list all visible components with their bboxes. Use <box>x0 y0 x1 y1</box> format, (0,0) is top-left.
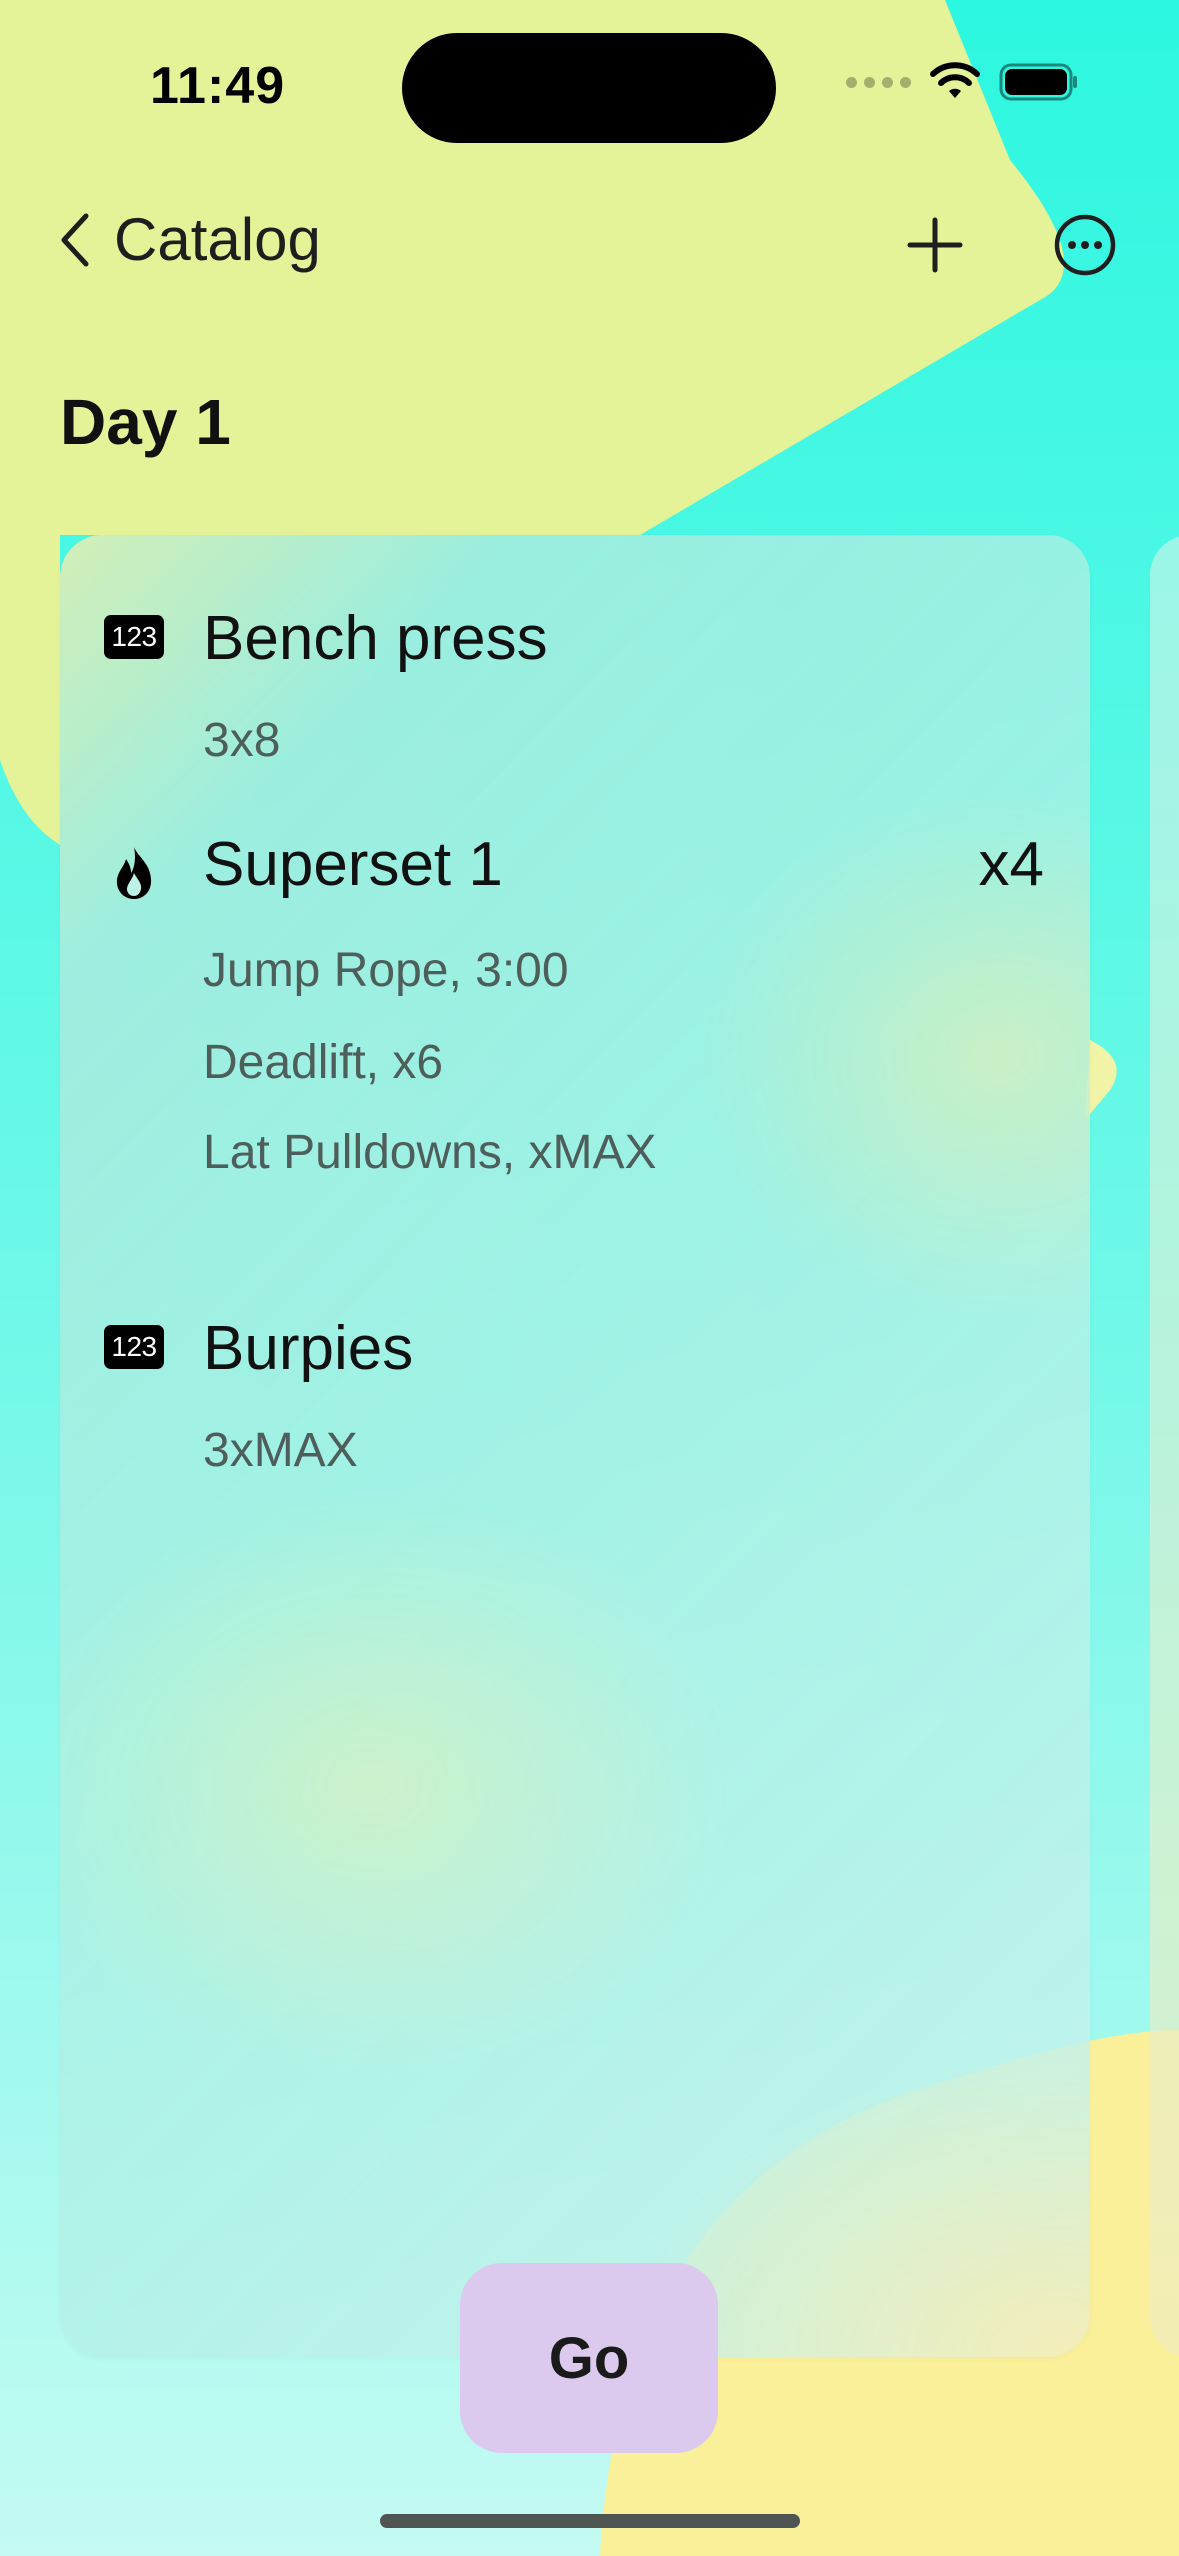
plus-icon[interactable] <box>900 210 970 280</box>
number-123-icon: 123 <box>104 1325 164 1369</box>
exercise-detail: Lat Pulldowns, xMAX <box>203 1126 657 1179</box>
wifi-icon <box>930 62 980 98</box>
number-123-icon: 123 <box>104 615 164 659</box>
page-title: Day 1 <box>60 386 231 458</box>
dynamic-island <box>402 33 776 143</box>
exercise-detail: Jump Rope, 3:00 <box>203 944 569 997</box>
superset-rounds: x4 <box>978 830 1044 899</box>
exercise-detail: Deadlift, x6 <box>203 1036 444 1089</box>
list-item[interactable]: Superset 1 x4 Jump Rope, 3:00 Deadlift, … <box>60 825 1090 1245</box>
back-button[interactable]: Catalog <box>56 205 321 274</box>
exercise-detail: 3x8 <box>203 714 281 767</box>
status-indicators <box>846 62 1079 102</box>
exercise-detail: 3xMAX <box>203 1424 358 1477</box>
home-indicator[interactable] <box>380 2514 800 2528</box>
go-button[interactable]: Go <box>460 2263 718 2453</box>
back-button-label: Catalog <box>114 206 321 273</box>
superset-title: Superset 1 <box>203 830 503 899</box>
cellular-signal-icon <box>846 76 911 88</box>
exercise-title: Burpies <box>203 1314 414 1383</box>
list-item[interactable]: 123 Bench press 3x8 <box>60 565 1090 767</box>
flame-icon <box>116 847 152 899</box>
workout-card[interactable]: 123 Bench press 3x8 Superset 1 x4 Jump R… <box>60 535 1090 2357</box>
list-item[interactable]: 123 Burpies 3xMAX <box>60 1275 1090 1477</box>
status-time: 11:49 <box>150 57 286 115</box>
chevron-left-icon <box>61 213 89 266</box>
next-day-card[interactable] <box>1150 535 1179 2357</box>
ellipsis-circle-icon[interactable] <box>1050 210 1120 280</box>
battery-icon <box>999 63 1077 101</box>
exercise-title: Bench press <box>203 604 548 673</box>
